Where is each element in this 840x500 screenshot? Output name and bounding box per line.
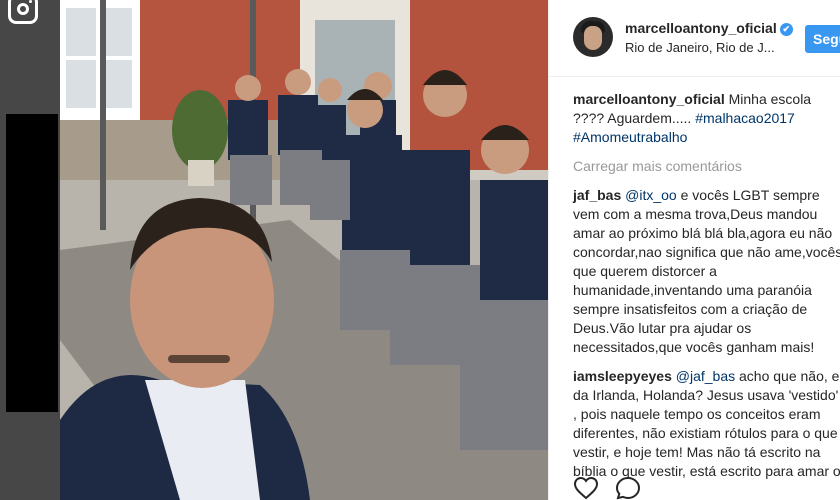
verified-badge-icon: ✔ <box>779 22 793 36</box>
comment-icon[interactable] <box>615 476 641 500</box>
comment-mention[interactable]: @jaf_bas <box>676 368 735 384</box>
hashtag-link[interactable]: #malhacao2017 <box>695 110 795 126</box>
comment-mention[interactable]: @itx_oo <box>625 187 677 203</box>
comment-username[interactable]: iamsleepyeyes <box>573 368 672 384</box>
comment-text: acho que não, e da Irlanda, Holanda? Jes… <box>573 368 840 479</box>
comment-item: jaf_bas @itx_oo e vocês LGBT sempre vem … <box>573 186 840 357</box>
side-strip <box>6 114 58 412</box>
hashtag-link[interactable]: #Amomeutrabalho <box>573 129 687 145</box>
caption-username[interactable]: marcelloantony_oficial <box>573 91 725 107</box>
post-location[interactable]: Rio de Janeiro, Rio de J... <box>625 40 775 55</box>
avatar-face <box>584 26 602 50</box>
caption: marcelloantony_oficial Minha escola ????… <box>573 90 840 147</box>
follow-button[interactable]: Segu <box>805 25 840 53</box>
post-photo-illustration <box>60 0 548 500</box>
post-author: marcelloantony_oficial ✔ <box>625 20 793 36</box>
comment-text: e vocês LGBT sempre vem com a mesma trov… <box>573 187 840 355</box>
avatar[interactable] <box>573 17 613 57</box>
post-photo[interactable] <box>60 0 548 500</box>
instagram-icon-dot <box>29 0 32 3</box>
load-more-comments-link[interactable]: Carregar mais comentários <box>573 157 840 176</box>
instagram-icon-lens <box>17 3 29 15</box>
comment-username[interactable]: jaf_bas <box>573 187 621 203</box>
instagram-icon[interactable] <box>8 0 38 24</box>
comments-section: marcelloantony_oficial Minha escola ????… <box>573 90 840 491</box>
post-header: marcelloantony_oficial ✔ Rio de Janeiro, … <box>549 0 840 77</box>
comment-item: iamsleepyeyes @jaf_bas acho que não, e d… <box>573 367 840 481</box>
post-side-panel: marcelloantony_oficial ✔ Rio de Janeiro, … <box>548 0 840 500</box>
heart-icon[interactable] <box>573 476 599 500</box>
page-backdrop <box>0 0 60 500</box>
post-username[interactable]: marcelloantony_oficial <box>625 20 777 36</box>
